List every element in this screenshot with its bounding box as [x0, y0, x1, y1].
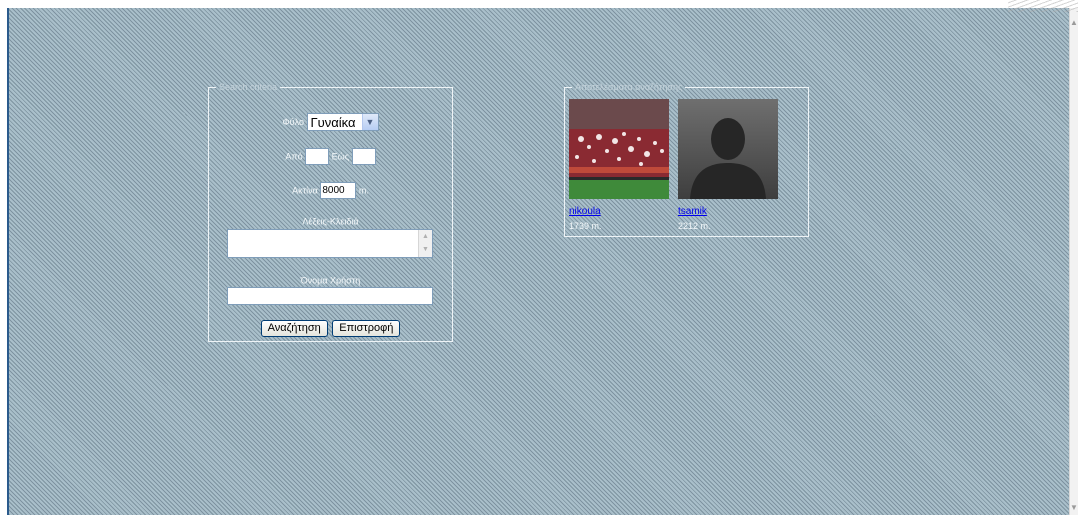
search-results: Αποτελέσματα αναζήτησης nikoula 1739 m. …: [564, 83, 809, 237]
username-input[interactable]: [227, 287, 433, 305]
window-scrollbar[interactable]: ▲ ▼: [1069, 8, 1078, 515]
age-from-input[interactable]: [305, 148, 330, 165]
age-to-label: Εώς: [331, 151, 350, 162]
username-label-row: Όνομα Χρήστη: [209, 275, 452, 286]
scroll-down-arrow-icon[interactable]: ▼: [1070, 503, 1078, 513]
scroll-up-arrow-icon[interactable]: ▲: [1070, 18, 1078, 28]
user-link-tsamik[interactable]: tsamik: [678, 205, 780, 218]
user-distance-nikoula: 1739 m.: [569, 221, 602, 231]
corner-decoration: [1008, 0, 1078, 12]
radius-input[interactable]: 8000: [320, 182, 357, 199]
chevron-down-icon[interactable]: ▼: [361, 114, 378, 130]
user-card-tsamik: tsamik 2212 m.: [678, 99, 780, 232]
gender-select[interactable]: Γυναίκα ▼: [306, 113, 379, 131]
age-from-label: Από: [285, 151, 303, 162]
form-buttons-row: Αναζήτηση Επιστροφή: [209, 320, 452, 337]
user-photo-tsamik[interactable]: [678, 99, 778, 199]
scroll-down-icon[interactable]: ▼: [419, 243, 432, 256]
age-row: Από Εώς: [209, 148, 452, 165]
scroll-up-icon[interactable]: ▲: [419, 230, 432, 243]
username-label: Όνομα Χρήστη: [300, 275, 361, 286]
search-results-legend: Αποτελέσματα αναζήτησης: [575, 82, 683, 92]
user-photo-nikoula[interactable]: [569, 99, 669, 199]
search-form-legend: Search criteria: [219, 82, 278, 92]
user-distance-tsamik: 2212 m.: [678, 221, 711, 231]
radius-label: Ακτίνα: [292, 185, 318, 196]
keywords-label-row: Λέξεις-Κλειδιά: [209, 216, 452, 227]
gender-select-value: Γυναίκα: [310, 115, 356, 130]
search-form: Search criteria Φύλο Γυναίκα ▼ Από Εώς Α…: [208, 83, 453, 342]
search-button[interactable]: Αναζήτηση: [260, 320, 328, 337]
page-background: Search criteria Φύλο Γυναίκα ▼ Από Εώς Α…: [7, 8, 1069, 515]
radius-row: Ακτίνα 8000 m.: [209, 182, 452, 199]
radius-unit: m.: [358, 185, 369, 196]
user-card-nikoula: nikoula 1739 m.: [569, 99, 671, 232]
gender-row: Φύλο Γυναίκα ▼: [209, 113, 452, 131]
keywords-label: Λέξεις-Κλειδιά: [302, 216, 359, 227]
age-to-input[interactable]: [351, 148, 376, 165]
back-button[interactable]: Επιστροφή: [332, 320, 401, 337]
keywords-textarea[interactable]: ▲ ▼: [227, 229, 433, 258]
user-link-nikoula[interactable]: nikoula: [569, 205, 671, 218]
gender-label: Φύλο: [282, 117, 304, 127]
keywords-scrollbar[interactable]: ▲ ▼: [418, 230, 432, 257]
